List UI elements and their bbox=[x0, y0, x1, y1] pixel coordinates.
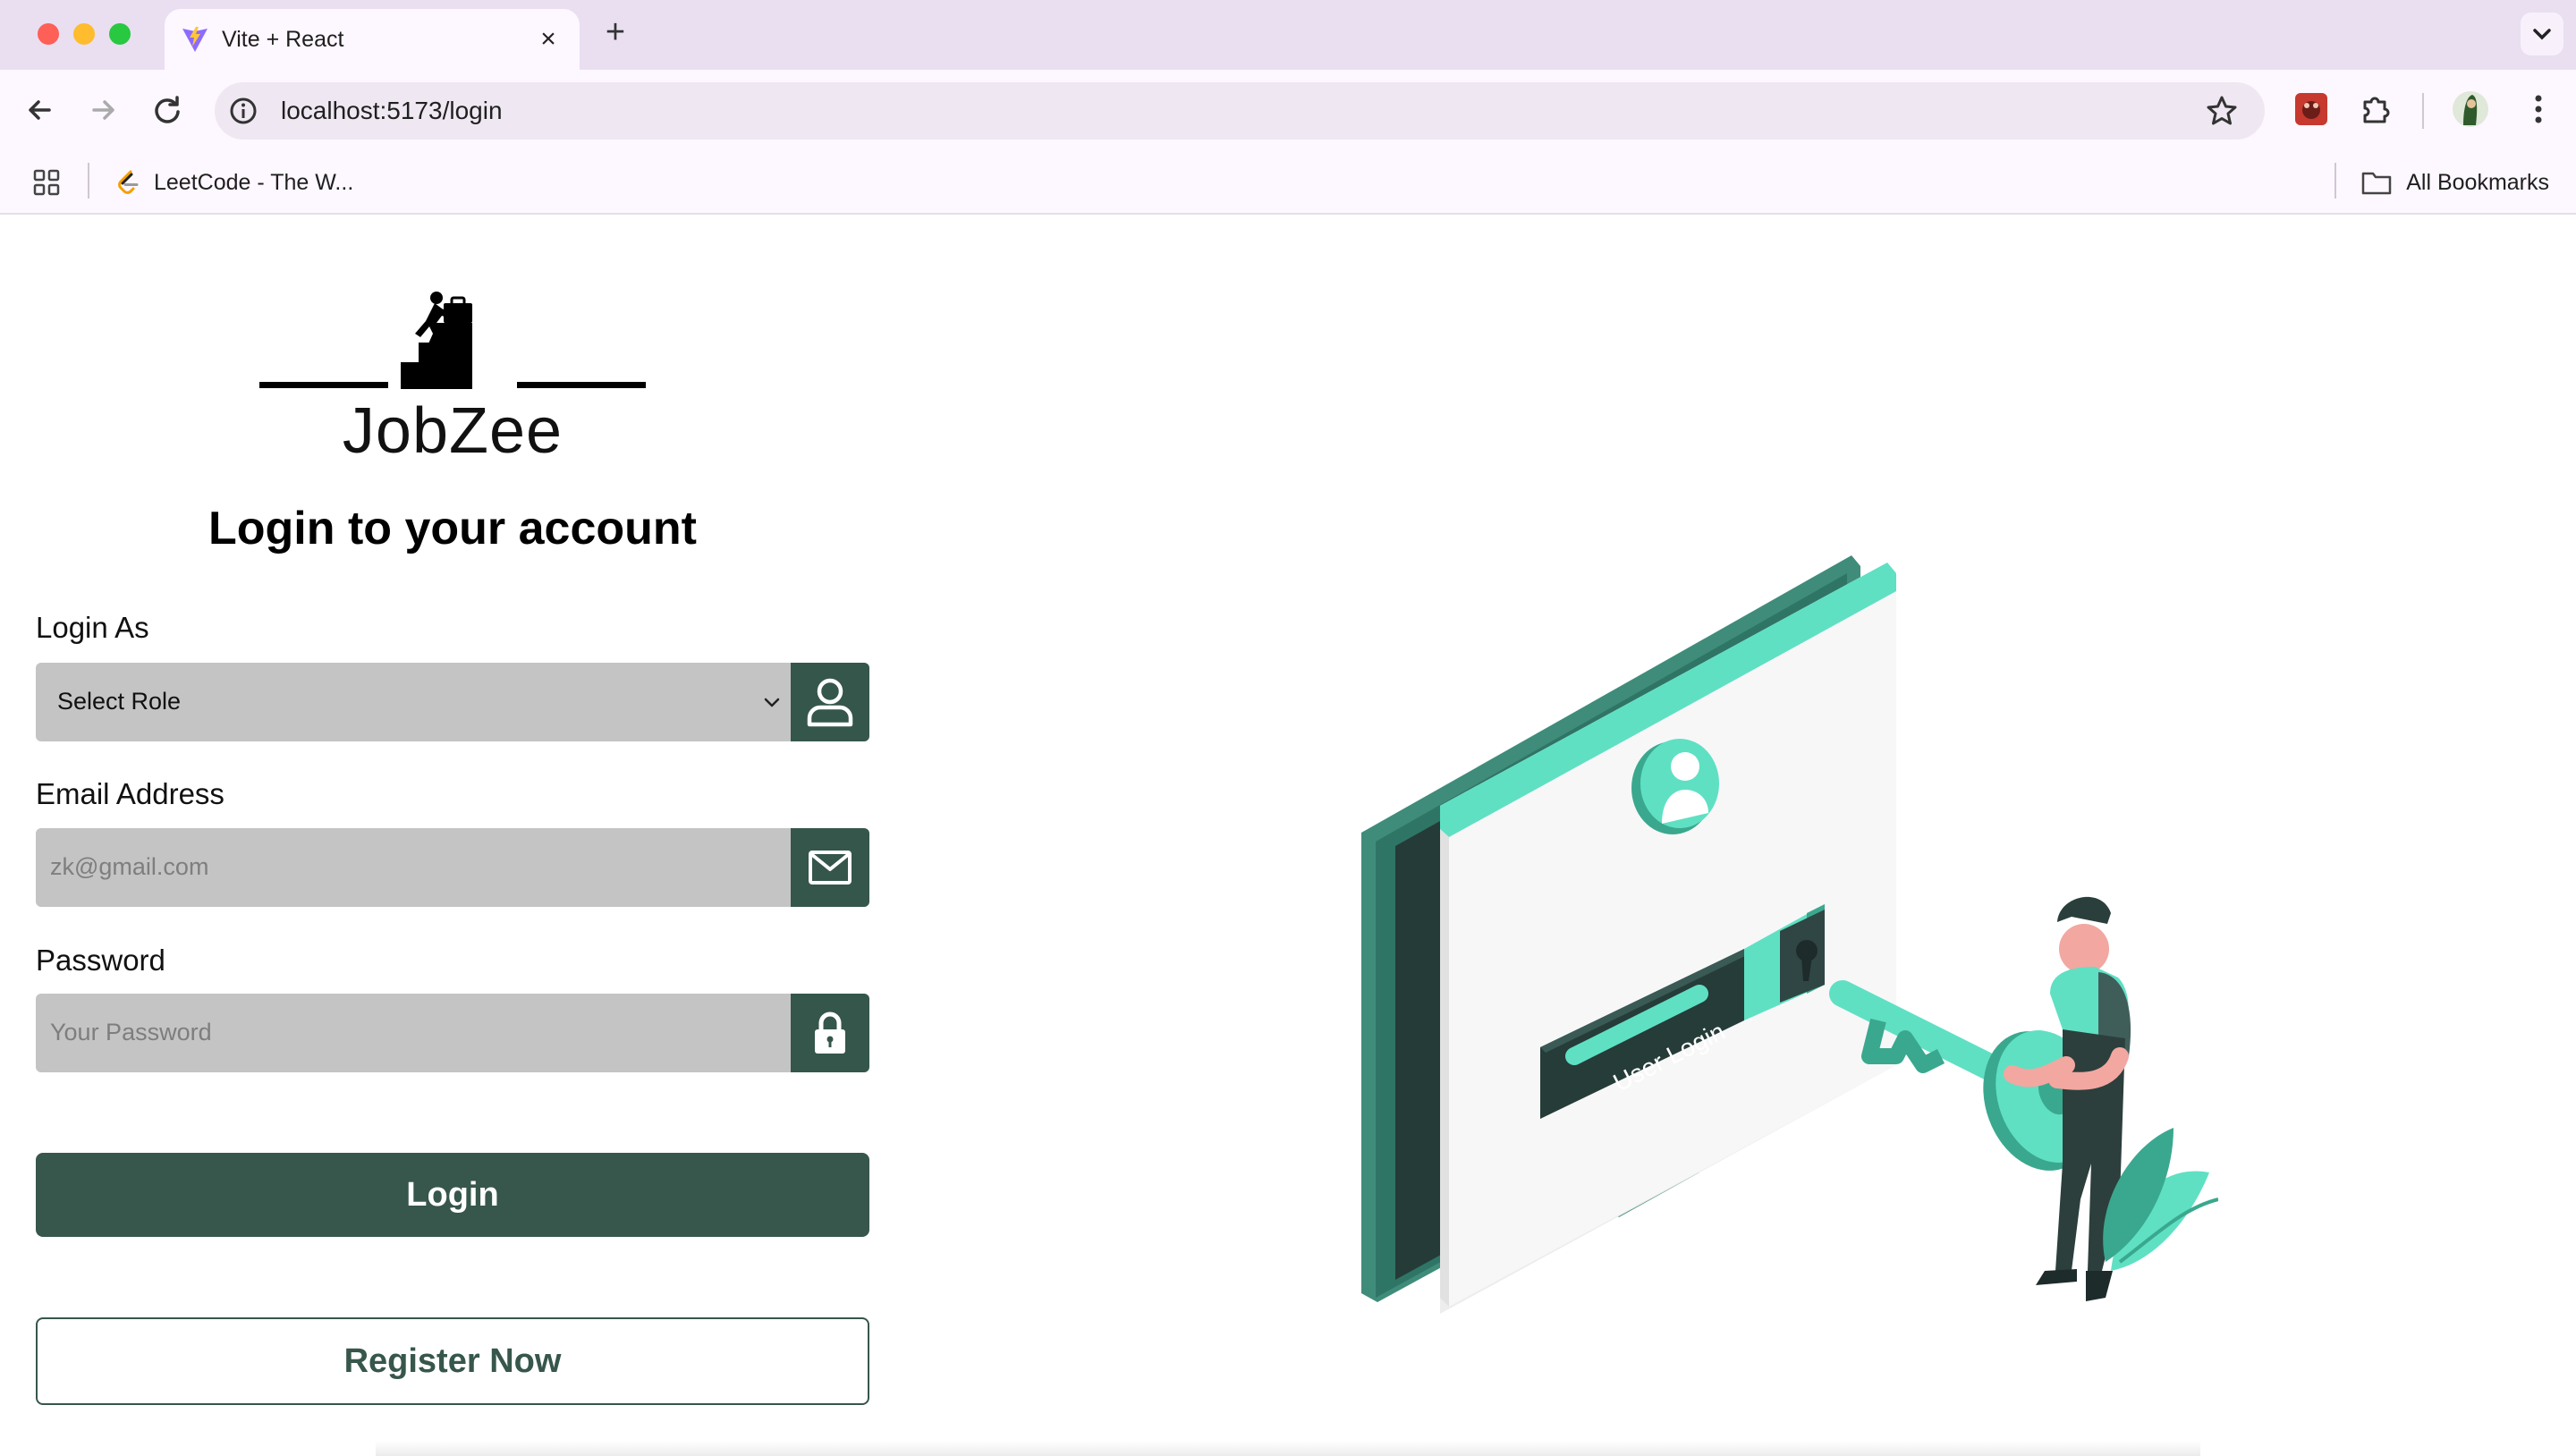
address-bar[interactable]: localhost:5173/login bbox=[215, 82, 2265, 140]
register-now-button[interactable]: Register Now bbox=[36, 1317, 869, 1405]
arrow-right-icon bbox=[92, 100, 114, 120]
mail-icon bbox=[809, 851, 852, 885]
site-info-icon[interactable] bbox=[227, 95, 259, 127]
apps-grid-icon[interactable] bbox=[32, 168, 61, 197]
extensions-puzzle-icon[interactable] bbox=[2356, 89, 2395, 129]
all-bookmarks-button[interactable]: All Bookmarks bbox=[2361, 166, 2549, 199]
password-field[interactable]: Your Password bbox=[36, 994, 869, 1072]
page-bottom-edge bbox=[376, 1441, 2200, 1456]
login-page: JobZee Login to your account Login As Se… bbox=[0, 216, 2576, 1456]
browser-tab-strip: Vite + React × + bbox=[0, 0, 2576, 70]
minimize-window-button[interactable] bbox=[73, 23, 95, 45]
page-title: Login to your account bbox=[208, 503, 697, 554]
bookmark-leetcode[interactable]: LeetCode - The W... bbox=[114, 166, 353, 199]
new-tab-button[interactable]: + bbox=[597, 14, 633, 50]
reload-button[interactable] bbox=[145, 88, 190, 132]
leetcode-icon bbox=[118, 170, 139, 194]
arrow-left-icon bbox=[29, 100, 51, 120]
role-select-value: Select Role bbox=[57, 688, 182, 715]
jobzee-logo-icon bbox=[259, 292, 646, 389]
bookmarks-divider bbox=[88, 163, 89, 199]
close-window-button[interactable] bbox=[38, 23, 59, 45]
password-addon bbox=[791, 994, 869, 1072]
email-placeholder: zk@gmail.com bbox=[50, 853, 209, 880]
extension-red-icon[interactable] bbox=[2292, 89, 2331, 129]
login-button[interactable]: Login bbox=[36, 1153, 869, 1237]
tab-title: Vite + React bbox=[222, 27, 344, 52]
profile-avatar[interactable] bbox=[2451, 89, 2490, 129]
forward-button[interactable] bbox=[80, 88, 125, 132]
tab-search-button[interactable] bbox=[2521, 13, 2563, 55]
chevron-down-icon bbox=[2533, 29, 2551, 40]
back-button[interactable] bbox=[18, 88, 63, 132]
bookmark-label: LeetCode - The W... bbox=[154, 169, 354, 195]
role-addon bbox=[791, 663, 869, 741]
browser-tab-active[interactable]: Vite + React × bbox=[165, 9, 580, 70]
email-label: Email Address bbox=[36, 777, 225, 810]
role-label: Login As bbox=[36, 611, 149, 644]
reload-icon bbox=[155, 96, 180, 123]
close-tab-icon[interactable]: × bbox=[533, 24, 564, 55]
folder-icon bbox=[2361, 172, 2392, 195]
url-text: localhost:5173/login bbox=[281, 97, 503, 124]
toolbar-divider bbox=[2422, 93, 2424, 129]
user-icon bbox=[807, 678, 853, 727]
bookmarks-divider-right bbox=[2334, 163, 2336, 199]
maximize-window-button[interactable] bbox=[109, 23, 131, 45]
bookmark-star-icon[interactable] bbox=[2204, 93, 2240, 129]
password-placeholder: Your Password bbox=[50, 1019, 212, 1045]
all-bookmarks-label: All Bookmarks bbox=[2406, 169, 2549, 195]
vite-icon bbox=[182, 27, 208, 52]
brand-name: JobZee bbox=[342, 395, 564, 467]
email-addon bbox=[791, 828, 869, 907]
lock-icon bbox=[815, 1012, 845, 1054]
chevron-down-icon bbox=[764, 698, 780, 707]
role-select[interactable]: Select Role bbox=[36, 663, 869, 741]
email-field[interactable]: zk@gmail.com bbox=[36, 828, 869, 907]
user-login-illustration: User Login bbox=[1361, 555, 2218, 1314]
bookmarks-bar: LeetCode - The W... All Bookmarks bbox=[0, 152, 2576, 215]
browser-toolbar: localhost:5173/login bbox=[0, 70, 2576, 152]
password-label: Password bbox=[36, 944, 165, 977]
more-menu-icon[interactable] bbox=[2519, 89, 2558, 129]
